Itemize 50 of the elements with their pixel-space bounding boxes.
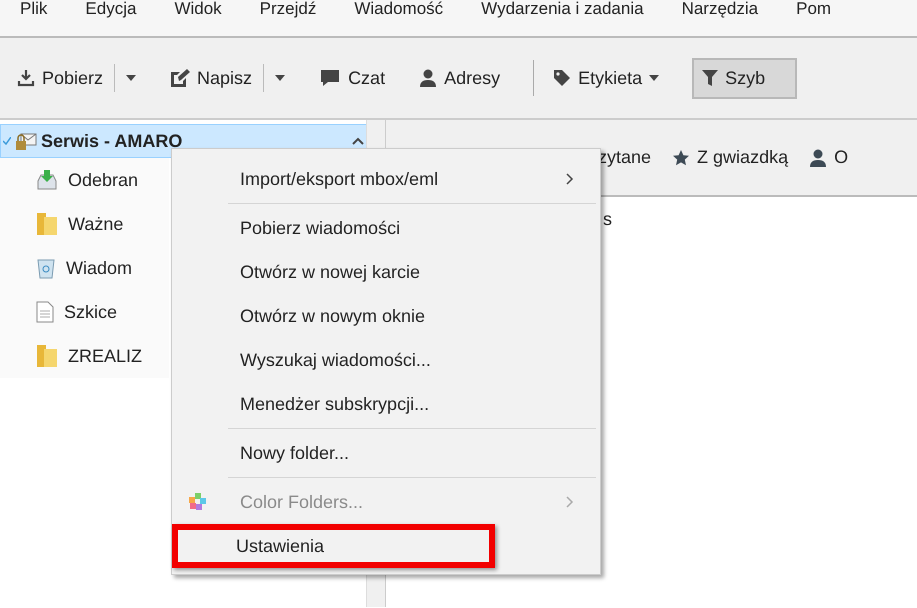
menu-bar-item[interactable]: Wiadomość bbox=[354, 0, 444, 22]
folder-item[interactable]: Szkice bbox=[0, 290, 169, 334]
toolbar-button[interactable]: Adresy bbox=[418, 60, 512, 96]
menu-bar-item[interactable]: Edycja bbox=[85, 0, 136, 22]
table-cell: s bbox=[603, 209, 612, 229]
quick-filter-button[interactable]: zytane bbox=[598, 147, 652, 168]
pencil-icon bbox=[170, 69, 190, 87]
menu-bar-item[interactable]: Widok bbox=[174, 0, 222, 22]
document-icon bbox=[36, 301, 54, 323]
context-menu-item[interactable]: Otwórz w nowym oknie bbox=[174, 294, 598, 338]
menu-bar-item[interactable]: Pom bbox=[796, 0, 832, 22]
context-menu-item[interactable]: Otwórz w nowej karcie bbox=[174, 250, 598, 294]
quick-filter-button[interactable]: Z gwiazdką bbox=[673, 147, 788, 168]
toolbar-button[interactable]: Napisz bbox=[169, 57, 296, 99]
dropdown-caret-icon bbox=[649, 75, 660, 81]
dropdown-caret-icon bbox=[126, 75, 136, 81]
menu-bar-item[interactable]: Wydarzenia i zadania bbox=[481, 0, 644, 22]
folder-item[interactable]: Ważne bbox=[0, 202, 169, 246]
check-icon bbox=[3, 137, 11, 145]
context-menu-item[interactable]: Pobierz wiadomości bbox=[174, 206, 598, 250]
tag-icon bbox=[553, 69, 572, 87]
trash-icon bbox=[36, 257, 56, 279]
person-icon bbox=[810, 148, 826, 166]
folder-icon bbox=[36, 344, 58, 368]
toolbar-button[interactable]: Czat bbox=[318, 60, 396, 96]
person-icon bbox=[419, 69, 438, 87]
context-menu-item[interactable]: Import/eksport mbox/eml bbox=[174, 157, 598, 201]
color-blocks-icon bbox=[188, 492, 208, 512]
context-menu-item[interactable]: Wyszukaj wiadomości... bbox=[174, 338, 598, 382]
speech-bubble-icon bbox=[319, 69, 342, 87]
menu-bar-item[interactable]: Przejdź bbox=[260, 0, 316, 22]
context-menu-item[interactable]: Nowy folder... bbox=[174, 431, 598, 475]
toolbar-button[interactable]: Etykieta bbox=[552, 60, 670, 96]
context-menu-item[interactable]: Menedżer subskrypcji... bbox=[174, 382, 598, 426]
menu-bar-item[interactable]: Narzędzia bbox=[682, 0, 758, 22]
filter-toggle-button[interactable]: Szyb bbox=[692, 58, 798, 98]
folder-icon bbox=[36, 212, 58, 236]
inbox-icon bbox=[36, 169, 58, 191]
dropdown-caret-icon bbox=[275, 75, 286, 81]
star-icon bbox=[673, 150, 690, 166]
filter-icon bbox=[702, 69, 718, 87]
folder-item[interactable]: Odebran bbox=[0, 158, 169, 202]
download-icon bbox=[17, 69, 35, 87]
menu-bar-item[interactable]: Plik bbox=[20, 0, 48, 22]
envelope-lock-icon bbox=[15, 131, 37, 151]
folder-item[interactable]: ZREALIZ bbox=[0, 334, 169, 378]
context-menu-item[interactable]: Ustawienia bbox=[172, 524, 495, 568]
folder-item[interactable]: Wiadom bbox=[0, 246, 169, 290]
quick-filter-button[interactable]: O bbox=[810, 147, 848, 168]
toolbar-button[interactable]: Pobierz bbox=[16, 57, 148, 99]
